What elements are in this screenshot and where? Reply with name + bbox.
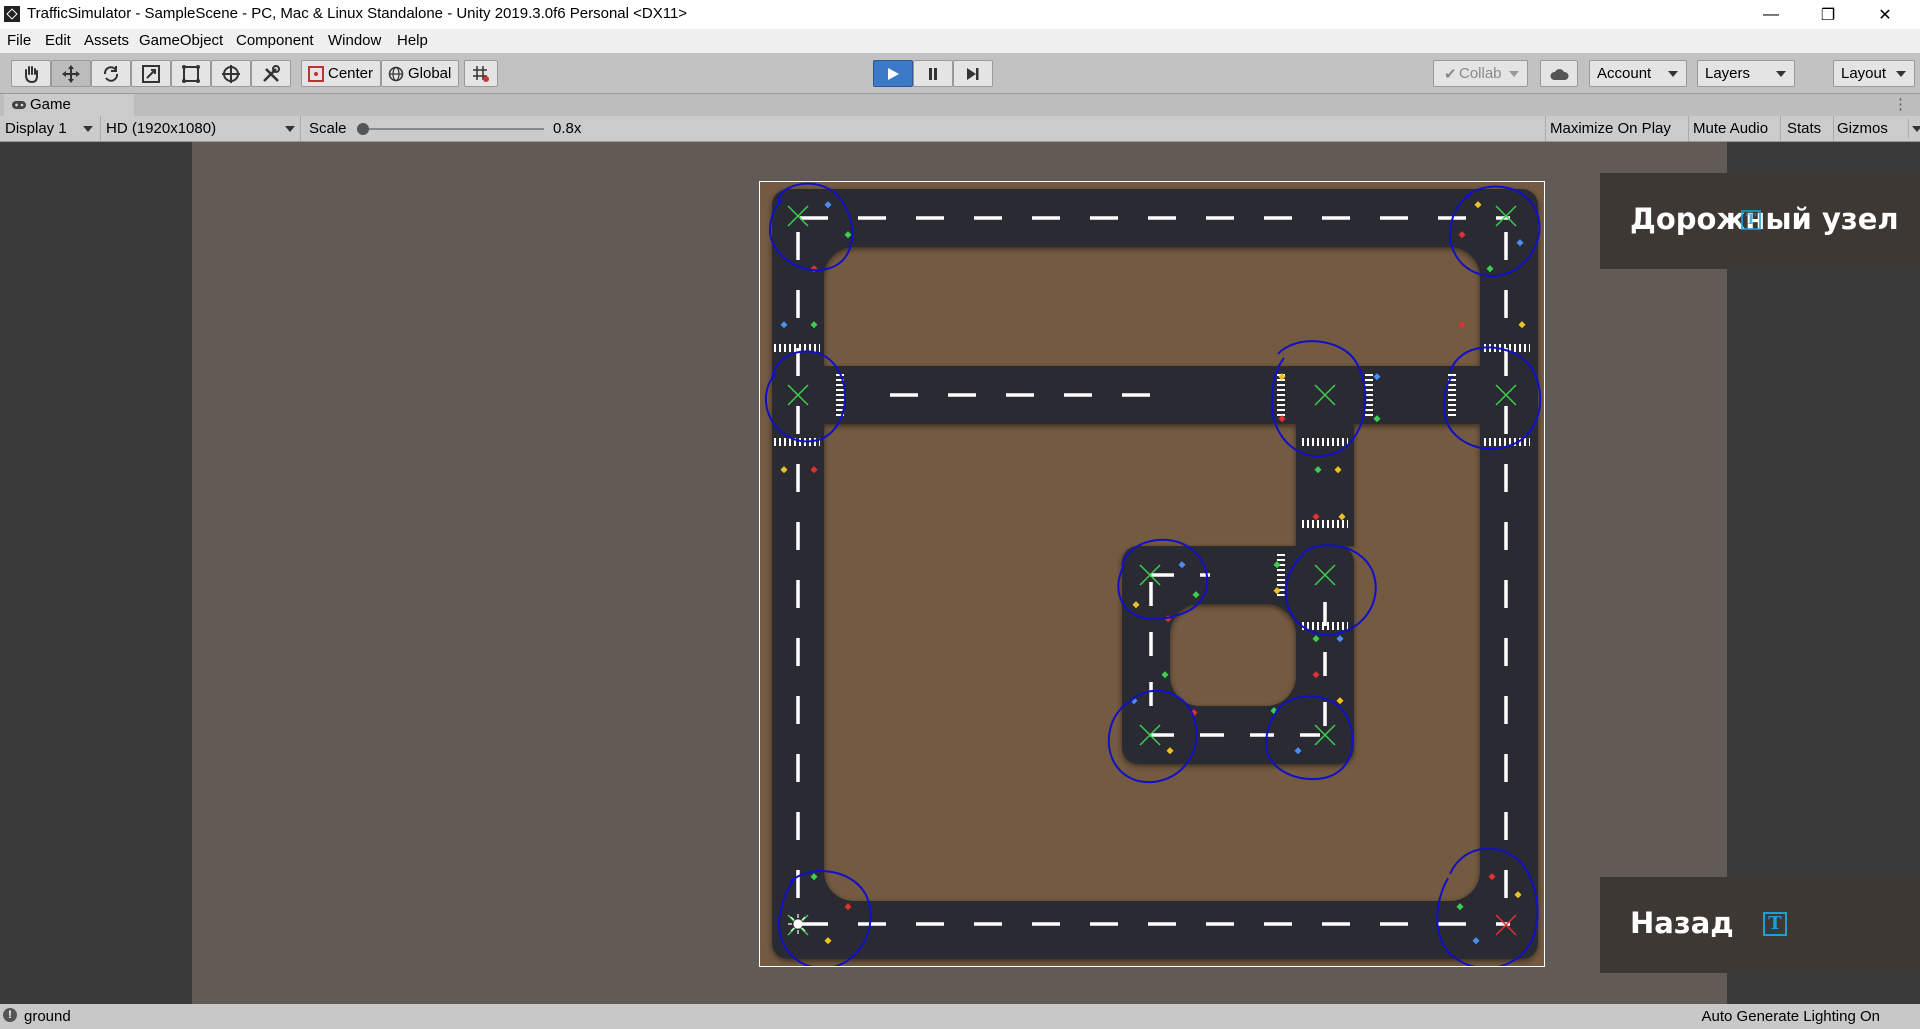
- kebab-menu-icon[interactable]: ⋮: [1893, 95, 1908, 113]
- layers-dropdown[interactable]: Layers: [1697, 60, 1795, 87]
- move-tool-button[interactable]: [51, 60, 91, 87]
- back-label: Назад: [1630, 906, 1734, 940]
- menu-file[interactable]: File: [7, 32, 31, 49]
- menu-help[interactable]: Help: [397, 32, 428, 49]
- rect-tool-button[interactable]: [171, 60, 211, 87]
- stats-toggle[interactable]: Stats: [1780, 116, 1833, 141]
- cloud-button[interactable]: [1540, 60, 1578, 87]
- play-button[interactable]: [873, 60, 913, 87]
- pause-icon: [929, 67, 937, 80]
- pivot-toggle[interactable]: Center: [301, 60, 381, 87]
- chevron-down-icon: [1896, 71, 1906, 77]
- scale-tool-button[interactable]: [131, 60, 171, 87]
- scale-control: Scale 0.8x: [300, 116, 590, 141]
- road-node-label: Дорожный узел: [1630, 202, 1899, 236]
- rect-transform-icon: [182, 64, 200, 83]
- collab-check-icon: ✔: [1444, 66, 1457, 83]
- account-label: Account: [1597, 65, 1652, 82]
- window-title: TrafficSimulator - SampleScene - PC, Mac…: [27, 5, 688, 22]
- maximize-button[interactable]: ❐: [1805, 0, 1851, 29]
- gamepad-icon: [12, 101, 26, 109]
- chevron-down-icon: [1912, 126, 1920, 132]
- game-viewport[interactable]: Дорожный узел T Назад T: [0, 142, 1920, 1004]
- rotate-icon: [103, 65, 119, 82]
- main-toolbar: Center Global ✔ Collab Account Layers La…: [0, 53, 1920, 94]
- grid-snap-icon: [473, 65, 489, 82]
- scale-slider-handle[interactable]: [357, 123, 369, 135]
- menu-gameobject[interactable]: GameObject: [139, 32, 223, 49]
- unity-logo-icon: [4, 6, 20, 22]
- close-button[interactable]: ✕: [1862, 0, 1908, 29]
- play-icon: [888, 67, 899, 80]
- status-bar: ! ground Auto Generate Lighting On: [0, 1004, 1920, 1029]
- menu-bar: File Edit Assets GameObject Component Wi…: [0, 29, 1920, 53]
- chevron-down-icon: [83, 126, 93, 132]
- road-network-map: [760, 182, 1544, 966]
- chevron-down-icon: [1776, 71, 1786, 77]
- chevron-down-icon: [285, 126, 295, 132]
- resolution-dropdown[interactable]: HD (1920x1080): [100, 116, 300, 141]
- layout-dropdown[interactable]: Layout: [1833, 60, 1915, 87]
- panel-tab-bar: Game ⋮: [0, 94, 1920, 116]
- scale-icon: [142, 64, 160, 83]
- custom-tool-button[interactable]: [251, 60, 291, 87]
- space-label: Global: [408, 65, 452, 82]
- scale-slider-track[interactable]: [361, 128, 544, 130]
- road-node-panel[interactable]: Дорожный узел T: [1600, 173, 1920, 269]
- maximize-on-play-toggle[interactable]: Maximize On Play: [1545, 116, 1688, 141]
- status-message[interactable]: ground: [24, 1008, 71, 1025]
- back-button[interactable]: Назад T: [1600, 877, 1920, 973]
- tab-game[interactable]: Game: [4, 94, 134, 116]
- pause-button[interactable]: [913, 60, 953, 87]
- chevron-down-icon: [1668, 71, 1678, 77]
- lighting-status: Auto Generate Lighting On: [1701, 1008, 1880, 1025]
- collab-dropdown[interactable]: ✔ Collab: [1433, 60, 1528, 87]
- pivot-icon: [308, 65, 324, 82]
- snap-settings-button[interactable]: [464, 60, 498, 87]
- menu-component[interactable]: Component: [236, 32, 314, 49]
- display-dropdown[interactable]: Display 1: [0, 116, 100, 141]
- menu-edit[interactable]: Edit: [45, 32, 71, 49]
- text-component-icon: T: [1763, 912, 1787, 936]
- cloud-icon: [1550, 68, 1569, 80]
- tab-game-label: Game: [30, 96, 71, 113]
- text-component-icon: T: [1741, 210, 1761, 230]
- transform-icon: [222, 64, 240, 83]
- collab-label: Collab: [1459, 65, 1502, 82]
- chevron-down-icon: [1509, 71, 1519, 77]
- scale-label: Scale: [309, 120, 347, 137]
- transform-tool-button[interactable]: [211, 60, 251, 87]
- display-label: Display 1: [5, 120, 67, 137]
- pivot-label: Center: [328, 65, 374, 82]
- step-button[interactable]: [953, 60, 993, 87]
- layers-label: Layers: [1705, 65, 1751, 82]
- game-view-controls: Display 1 HD (1920x1080) Scale 0.8x Maxi…: [0, 116, 1920, 142]
- info-icon: !: [3, 1008, 17, 1022]
- minimize-button[interactable]: —: [1748, 0, 1794, 29]
- mute-audio-toggle[interactable]: Mute Audio: [1688, 116, 1780, 141]
- light-source-icon: [788, 914, 808, 934]
- scale-value: 0.8x: [553, 120, 582, 137]
- step-icon: [967, 67, 979, 80]
- globe-icon: [388, 66, 404, 81]
- title-bar: TrafficSimulator - SampleScene - PC, Mac…: [0, 0, 1920, 29]
- move-icon: [62, 64, 80, 83]
- hand-tool-button[interactable]: [11, 60, 51, 87]
- menu-assets[interactable]: Assets: [84, 32, 129, 49]
- space-toggle[interactable]: Global: [381, 60, 459, 87]
- layout-label: Layout: [1841, 65, 1887, 82]
- account-dropdown[interactable]: Account: [1589, 60, 1687, 87]
- game-canvas: Дорожный узел T Назад T: [192, 142, 1920, 1004]
- gizmos-dropdown[interactable]: Gizmos: [1833, 116, 1920, 141]
- road-map-frame: [759, 181, 1545, 967]
- hand-icon: [25, 65, 38, 83]
- menu-window[interactable]: Window: [328, 32, 381, 49]
- resolution-label: HD (1920x1080): [106, 120, 217, 137]
- rotate-tool-button[interactable]: [91, 60, 131, 87]
- tools-icon: [263, 64, 280, 82]
